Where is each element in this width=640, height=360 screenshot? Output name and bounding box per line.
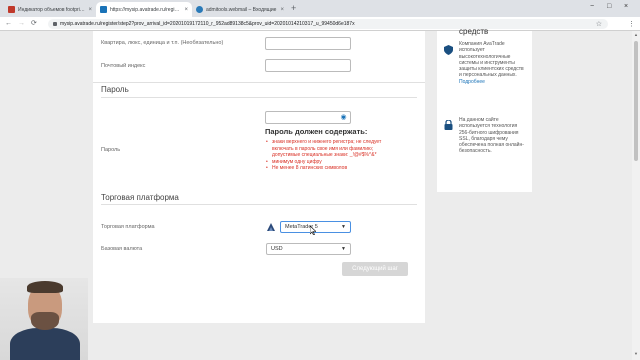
- new-tab-icon[interactable]: +: [291, 4, 296, 13]
- password-input[interactable]: ◉: [265, 111, 351, 124]
- address-line2-label: Квартира, люкс, единица и т.п. (Необязат…: [101, 40, 224, 46]
- minimize-icon[interactable]: −: [590, 3, 594, 10]
- sidebar-security-text: Компания AvaTrade использует высокотехно…: [459, 41, 524, 85]
- tab-favicon-icon: [8, 6, 15, 13]
- presenter-hair: [27, 281, 63, 293]
- presenter-beard: [31, 312, 59, 330]
- secure-lock-icon: [53, 22, 57, 26]
- scroll-up-icon[interactable]: ▲: [634, 32, 638, 37]
- address-bar: ← → ⟳ mysip.avatrade.ru/register/step2?p…: [0, 17, 640, 31]
- chevron-down-icon: ▼: [341, 246, 346, 252]
- chevron-down-icon: ▼: [341, 224, 346, 230]
- reload-icon[interactable]: ⟳: [31, 20, 37, 28]
- postal-code-input[interactable]: [265, 59, 351, 72]
- maximize-icon[interactable]: □: [607, 3, 611, 10]
- close-tab-icon[interactable]: ×: [184, 7, 188, 13]
- password-rule: знаки верхнего и нижнего регистра; не сл…: [265, 139, 395, 159]
- browser-tab-webmail[interactable]: admitools.webmail – Входящие ×: [192, 2, 288, 17]
- next-step-button[interactable]: Следующий шаг: [342, 262, 408, 276]
- scroll-down-icon[interactable]: ▼: [634, 351, 638, 356]
- browser-tab-footprint[interactable]: Индикатор объемов footprint - ... ×: [4, 2, 96, 17]
- webmail-favicon-icon: [196, 6, 203, 13]
- password-section-title: Пароль: [101, 85, 129, 94]
- bookmark-star-icon[interactable]: ☆: [596, 20, 602, 28]
- password-rule: Не менее 8 латинских символов: [265, 165, 395, 172]
- webcam-overlay: [0, 278, 88, 360]
- sidebar-title: средств: [459, 27, 489, 36]
- currency-select-value: USD: [271, 246, 283, 252]
- currency-label: Базовая валюта: [101, 246, 143, 252]
- back-icon[interactable]: ←: [5, 20, 12, 28]
- password-requirements-list: знаки верхнего и нижнего регистра; не сл…: [265, 139, 395, 172]
- currency-select[interactable]: USD ▼: [266, 243, 351, 255]
- password-label: Пароль: [101, 147, 121, 153]
- section-divider: [101, 204, 417, 205]
- platform-section-title: Торговая платформа: [101, 193, 179, 202]
- metatrader-logo-icon: [267, 223, 275, 231]
- postal-code-label: Почтовый индекс: [101, 63, 146, 69]
- forward-icon[interactable]: →: [18, 20, 25, 28]
- presenter-shirt: [10, 328, 80, 360]
- url-text: mysip.avatrade.ru/register/step2?prov_ar…: [60, 21, 355, 27]
- url-field[interactable]: mysip.avatrade.ru/register/step2?prov_ar…: [48, 19, 608, 29]
- close-window-icon[interactable]: ×: [624, 3, 628, 10]
- ssl-info-text: На данном сайте используется технология …: [459, 117, 524, 155]
- learn-more-link[interactable]: Подробнее: [459, 79, 485, 85]
- registration-form-panel: [93, 31, 425, 323]
- close-tab-icon[interactable]: ×: [88, 7, 92, 13]
- platform-label: Торговая платформа: [101, 224, 155, 230]
- scroll-thumb[interactable]: [634, 41, 638, 161]
- browser-menu-icon[interactable]: ⋮: [628, 20, 635, 28]
- section-divider: [101, 97, 417, 98]
- shield-icon: [444, 45, 453, 55]
- page-scrollbar[interactable]: ▲ ▼: [632, 31, 640, 360]
- browser-tab-avatrade[interactable]: https://mysip.avatrade.ru/regist... ×: [96, 2, 192, 17]
- padlock-icon: [444, 120, 453, 130]
- close-tab-icon[interactable]: ×: [280, 7, 284, 13]
- browser-tab-strip: Индикатор объемов footprint - ... × http…: [0, 0, 640, 17]
- show-password-eye-icon[interactable]: ◉: [339, 114, 348, 121]
- mouse-cursor-icon: [310, 226, 316, 235]
- address-line2-input[interactable]: [265, 37, 351, 50]
- password-requirements-title: Пароль должен содержать:: [265, 127, 368, 136]
- page-viewport: ▲ ▼: [0, 31, 640, 360]
- section-divider: [93, 82, 425, 83]
- avatrade-favicon-icon: [100, 6, 107, 13]
